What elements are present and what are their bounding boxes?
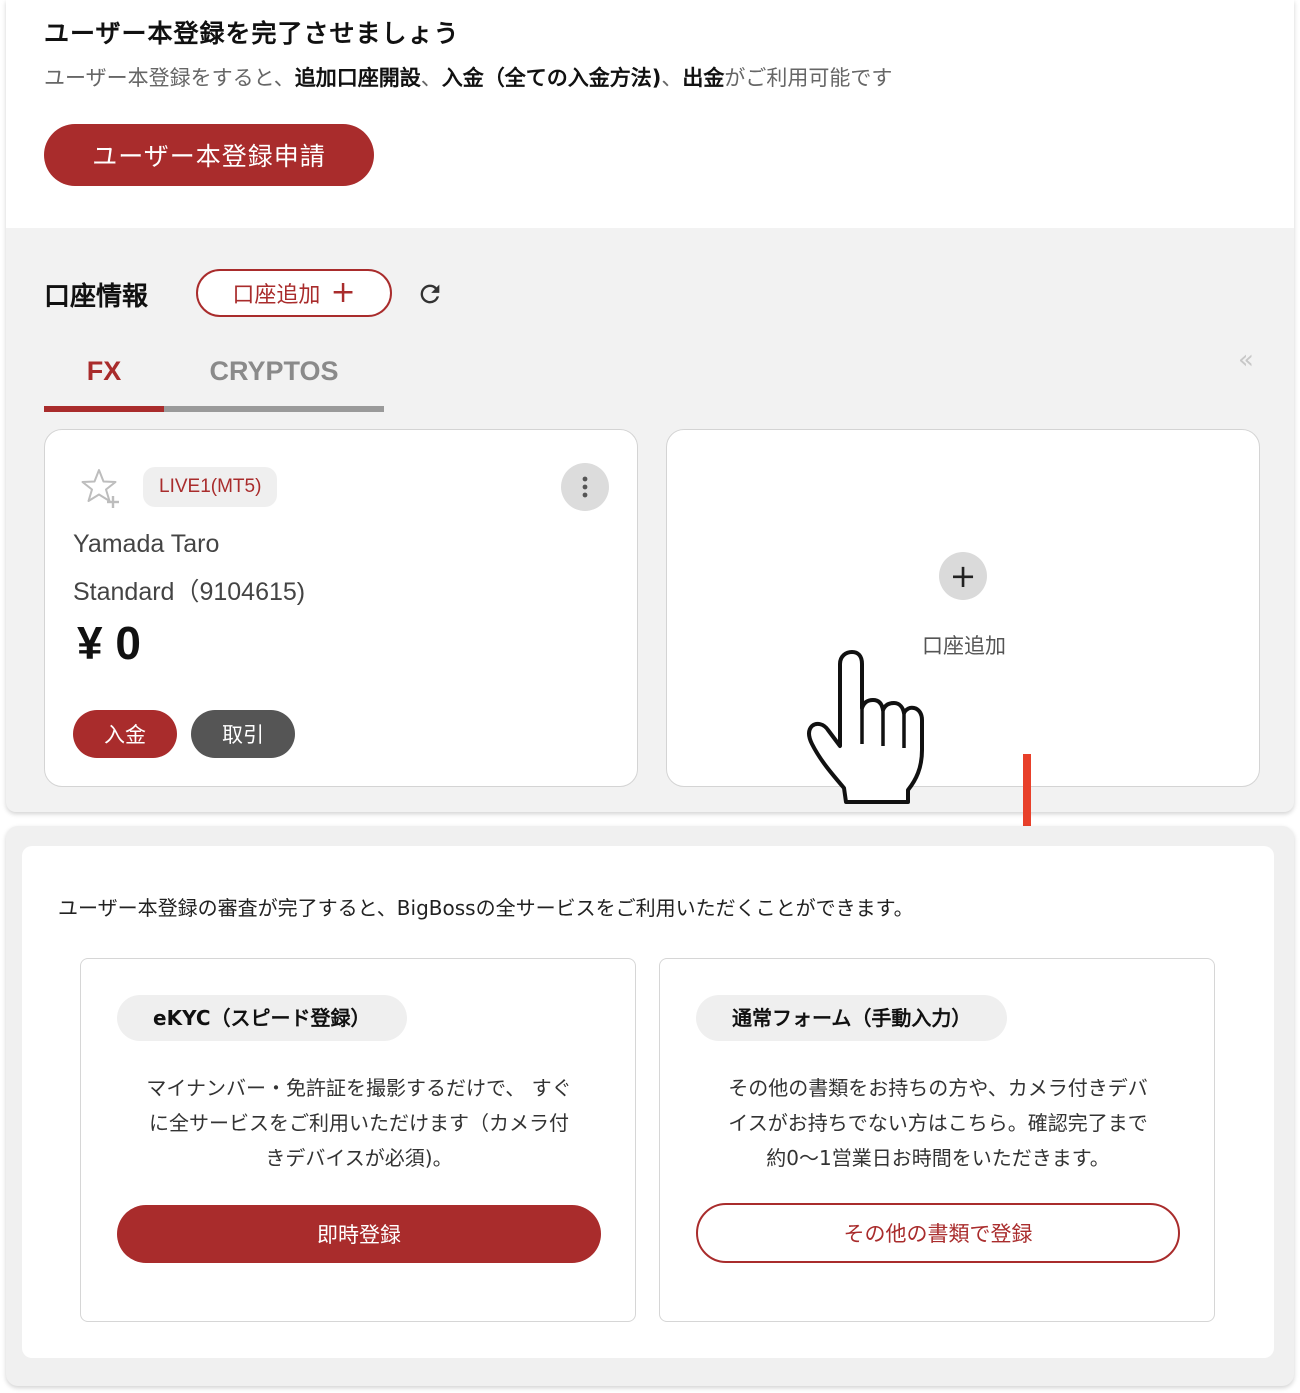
desc-bold-additional-account: 追加口座開設 — [294, 66, 421, 90]
ekyc-desc-line: きデバイスが必須)。 — [265, 1146, 453, 1170]
kyc-info-message: ユーザー本登録の審査が完了すると、BigBossの全サービスをご利用いただくこと… — [58, 896, 914, 920]
more-options-button[interactable] — [561, 463, 609, 511]
registration-description: ユーザー本登録をすると、追加口座開設、入金（全ての入金方法)、出金がご利用可能で… — [44, 62, 892, 92]
favorite-star-icon[interactable] — [79, 466, 123, 510]
tab-cryptos[interactable]: CRYPTOS — [164, 356, 384, 412]
dashboard-panel: ユーザー本登録を完了させましょう ユーザー本登録をすると、追加口座開設、入金（全… — [6, 0, 1294, 812]
add-account-button[interactable]: 口座追加 + — [196, 269, 392, 317]
tab-indicator-inactive — [164, 406, 384, 412]
manual-desc-line: 約0〜1営業日お時間をいただきます。 — [766, 1146, 1110, 1170]
manual-form-card: 通常フォーム（手動入力） その他の書類をお持ちの方や、カメラ付きデバ イスがお持… — [659, 958, 1215, 1322]
plus-icon: + — [939, 552, 987, 600]
add-account-label: 口座追加 — [232, 283, 321, 308]
registration-title: ユーザー本登録を完了させましょう — [44, 19, 460, 48]
pointing-hand-icon — [807, 650, 924, 804]
account-info-heading: 口座情報 — [44, 282, 149, 312]
desc-bold-withdraw: 出金 — [682, 66, 725, 90]
ekyc-card: eKYC（スピード登録） マイナンバー・免許証を撮影するだけで、 すぐ に全サー… — [80, 958, 636, 1322]
add-account-card-label: 口座追加 — [922, 634, 1006, 658]
desc-text: がご利用可能です — [724, 66, 893, 90]
trade-button[interactable]: 取引 — [191, 710, 295, 758]
manual-form-chip: 通常フォーム（手動入力） — [696, 995, 1008, 1041]
account-server-badge: LIVE1(MT5) — [143, 467, 278, 507]
tab-fx[interactable]: FX — [44, 356, 164, 412]
account-card: LIVE1(MT5) Yamada Taro Standard（9104615)… — [44, 429, 638, 787]
registration-section: ユーザー本登録を完了させましょう ユーザー本登録をすると、追加口座開設、入金（全… — [6, 0, 1294, 228]
user-registration-apply-button[interactable]: ユーザー本登録申請 — [44, 124, 374, 186]
kyc-inner-box: ユーザー本登録の審査が完了すると、BigBossの全サービスをご利用いただくこと… — [22, 846, 1274, 1358]
account-balance: ¥ 0 — [77, 616, 141, 670]
add-account-card[interactable]: + 口座追加 — [666, 429, 1260, 787]
refresh-icon[interactable] — [416, 280, 444, 308]
ekyc-desc-line: マイナンバー・免許証を撮影するだけで、 すぐ — [146, 1076, 572, 1100]
desc-separator: 、 — [661, 66, 683, 90]
tab-indicator-active — [44, 406, 164, 412]
manual-desc-line: イスがお持ちでない方はこちら。確認完了まで — [728, 1111, 1148, 1135]
account-type-number: Standard（9104615) — [73, 578, 306, 606]
ekyc-chip: eKYC（スピード登録） — [117, 995, 407, 1041]
ekyc-desc-line: に全サービスをご利用いただけます（カメラ付 — [149, 1111, 569, 1135]
currency-symbol: ¥ — [77, 617, 103, 669]
desc-bold-deposit: 入金（全ての入金方法) — [441, 66, 662, 90]
plus-icon: + — [330, 275, 356, 310]
manual-form-description: その他の書類をお持ちの方や、カメラ付きデバ イスがお持ちでない方はこちら。確認完… — [696, 1071, 1180, 1176]
other-documents-register-button[interactable]: その他の書類で登録 — [696, 1203, 1180, 1263]
instant-register-button[interactable]: 即時登録 — [117, 1205, 601, 1263]
manual-desc-line: その他の書類をお持ちの方や、カメラ付きデバ — [728, 1076, 1148, 1100]
balance-value: 0 — [115, 617, 141, 669]
deposit-button[interactable]: 入金 — [73, 710, 177, 758]
desc-separator: 、 — [420, 66, 442, 90]
account-holder-name: Yamada Taro — [73, 530, 220, 558]
collapse-icon[interactable]: « — [1238, 345, 1254, 375]
ekyc-description: マイナンバー・免許証を撮影するだけで、 すぐ に全サービスをご利用いただけます（… — [117, 1071, 601, 1176]
vertical-dots-icon — [582, 476, 588, 498]
desc-text: ユーザー本登録をすると、 — [44, 66, 295, 90]
kyc-panel: ユーザー本登録の審査が完了すると、BigBossの全サービスをご利用いただくこと… — [6, 826, 1294, 1386]
